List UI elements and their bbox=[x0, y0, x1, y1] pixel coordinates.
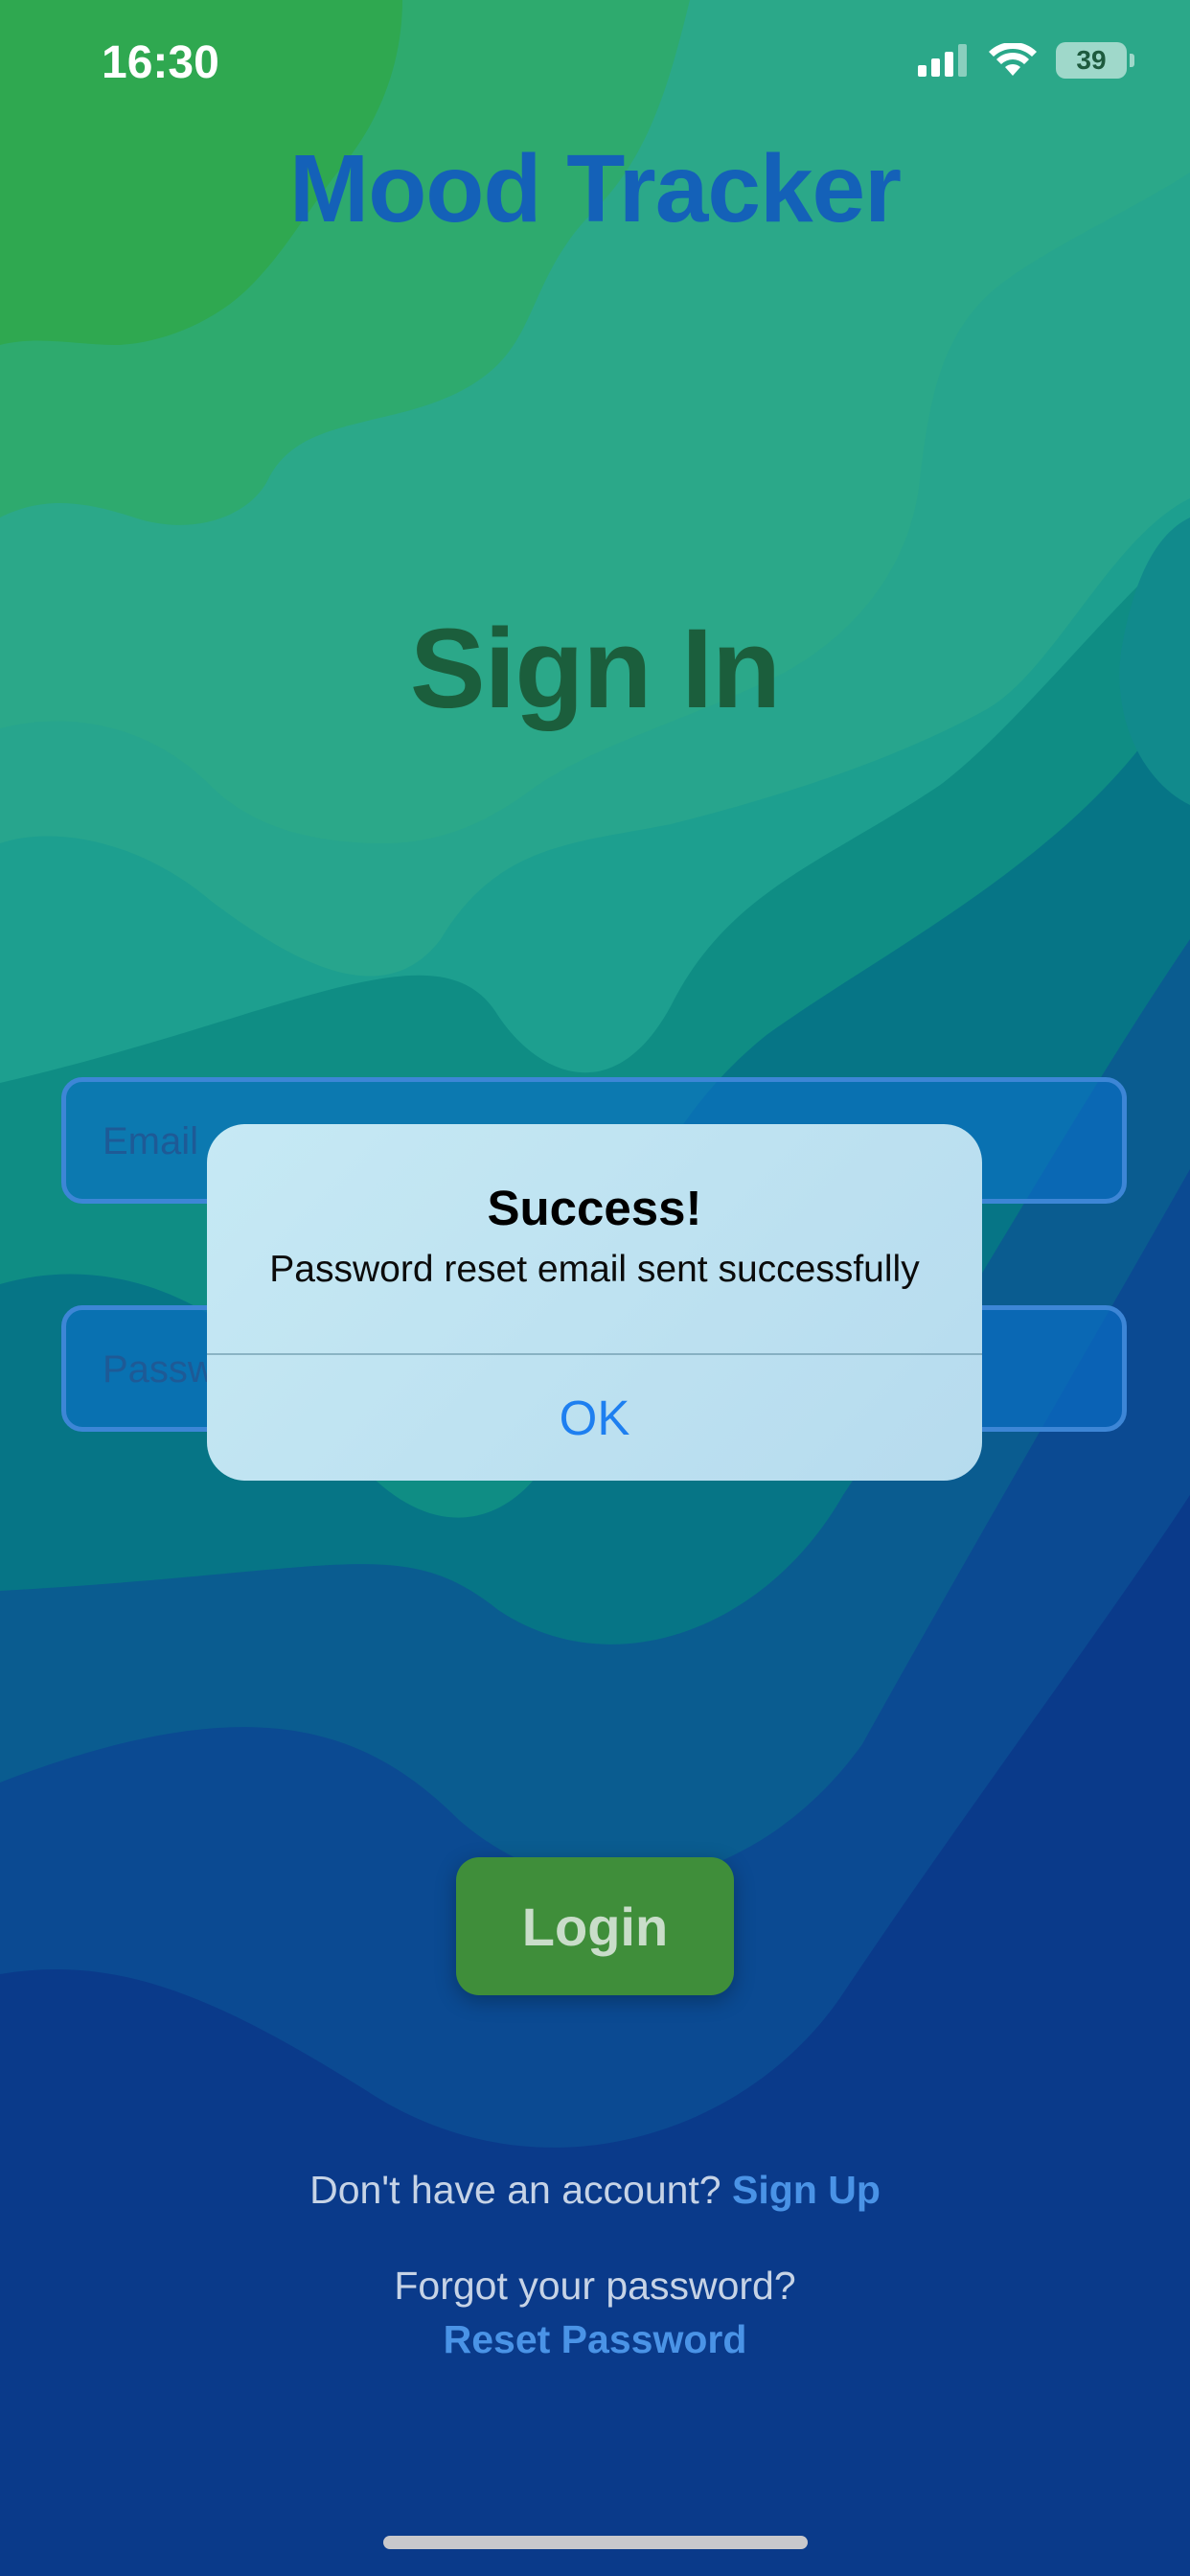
alert-overlay: Success! Password reset email sent succe… bbox=[0, 0, 1190, 2576]
alert-ok-button[interactable]: OK bbox=[207, 1355, 982, 1481]
alert-message: Password reset email sent successfully bbox=[269, 1249, 920, 1290]
success-alert: Success! Password reset email sent succe… bbox=[207, 1124, 982, 1481]
alert-title: Success! bbox=[487, 1181, 702, 1235]
